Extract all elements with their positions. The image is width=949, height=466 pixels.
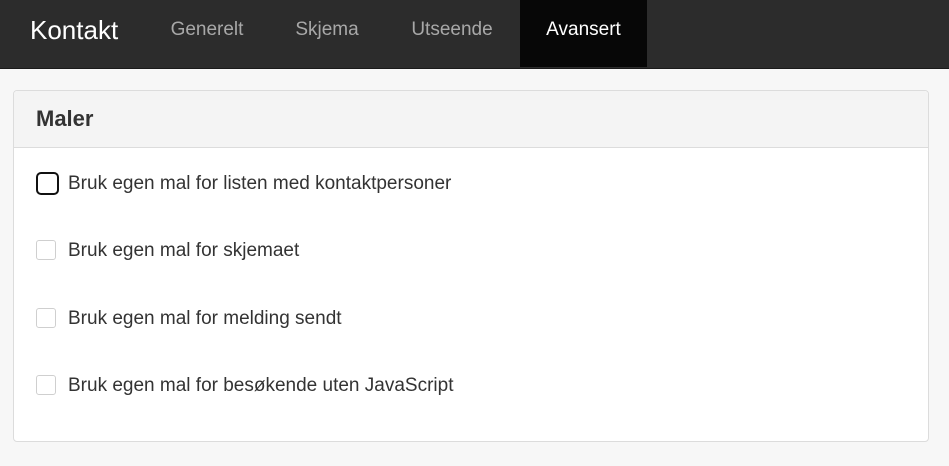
option-label[interactable]: Bruk egen mal for skjemaet — [68, 237, 299, 265]
no-javascript-template-checkbox[interactable] — [36, 375, 56, 395]
option-label[interactable]: Bruk egen mal for listen med kontaktpers… — [68, 170, 451, 198]
app-brand[interactable]: Kontakt — [30, 0, 118, 60]
panel-heading: Maler — [14, 91, 928, 148]
tab-generelt[interactable]: Generelt — [150, 0, 264, 67]
message-sent-template-checkbox[interactable] — [36, 308, 56, 328]
tab-skjema[interactable]: Skjema — [276, 0, 378, 67]
option-label[interactable]: Bruk egen mal for besøkende uten JavaScr… — [68, 372, 453, 400]
option-label[interactable]: Bruk egen mal for melding sendt — [68, 305, 342, 333]
tab-utseende[interactable]: Utseende — [390, 0, 514, 67]
panel-title: Maler — [36, 106, 94, 131]
form-template-checkbox[interactable] — [36, 240, 56, 260]
top-navbar: Kontakt Generelt Skjema Utseende Avanser… — [0, 0, 949, 69]
contact-list-template-checkbox[interactable] — [36, 172, 59, 195]
tab-avansert[interactable]: Avansert — [520, 0, 647, 67]
templates-panel: Maler Bruk egen mal for listen med konta… — [13, 90, 929, 442]
